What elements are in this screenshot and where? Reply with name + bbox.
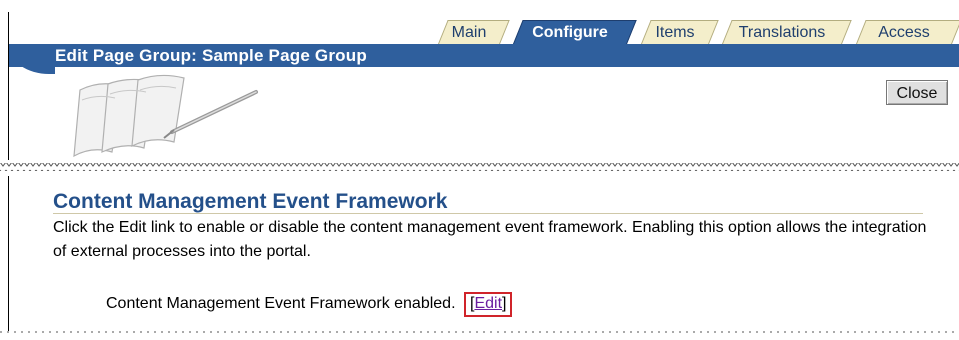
tab-main-label: Main <box>451 24 487 41</box>
tab-configure-label: Configure <box>532 24 608 41</box>
tab-items-label: Items <box>655 24 695 41</box>
bottom-dotted-border <box>0 331 959 333</box>
tab-access-label: Access <box>878 24 930 41</box>
close-button[interactable]: Close <box>886 80 948 105</box>
page-title: Edit Page Group: Sample Page Group <box>55 46 367 65</box>
section-description: Click the Edit link to enable or disable… <box>53 219 927 260</box>
tab-items[interactable]: Items <box>641 20 719 44</box>
framework-status-text: Content Management Event Framework enabl… <box>106 295 456 312</box>
page-group-editor: Main Configure Items Translations Access… <box>0 0 959 340</box>
framework-status-line: Content Management Event Framework enabl… <box>106 292 513 317</box>
tab-configure[interactable]: Configure <box>513 20 637 44</box>
section-title: Content Management Event Framework <box>53 190 448 213</box>
edit-link[interactable]: Edit <box>474 295 502 312</box>
paper-and-pen-illustration-icon <box>73 74 258 158</box>
tab-bar: Main Configure Items Translations Access <box>0 20 959 44</box>
edit-link-highlight: [Edit] <box>463 292 513 317</box>
section-divider <box>53 213 923 214</box>
left-border-bottom <box>8 176 9 331</box>
tab-translations-label: Translations <box>738 24 826 41</box>
zigzag-divider <box>0 163 959 171</box>
header-band: Edit Page Group: Sample Page Group <box>9 44 959 67</box>
bracket-close: ] <box>502 295 507 312</box>
tab-translations[interactable]: Translations <box>722 20 852 44</box>
tab-access[interactable]: Access <box>856 20 959 44</box>
tab-main[interactable]: Main <box>438 20 510 44</box>
